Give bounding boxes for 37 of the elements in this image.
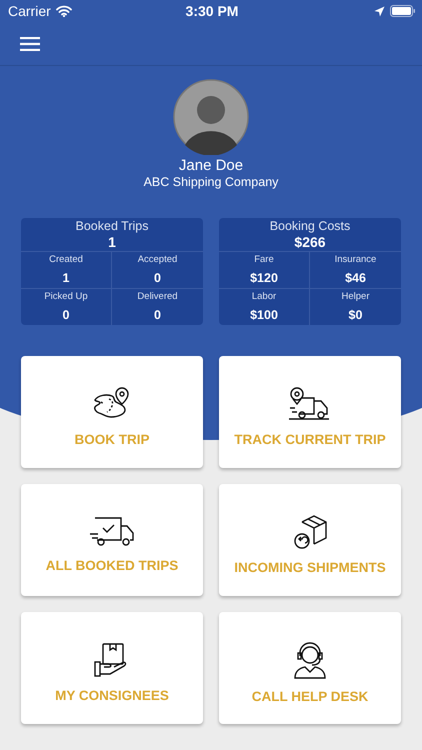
menu-tile[interactable]: INCOMING SHIPMENTS bbox=[219, 484, 401, 596]
stat-value: $100 bbox=[250, 308, 278, 322]
truck-check-icon bbox=[89, 516, 135, 548]
stat-value: 1 bbox=[62, 271, 70, 285]
support-agent-icon bbox=[293, 640, 327, 678]
stat-label: Fare bbox=[254, 254, 274, 265]
stat-label: Delivered bbox=[137, 291, 178, 302]
menu-tile[interactable]: BOOK TRIP bbox=[21, 356, 203, 468]
panel-title: Booked Trips bbox=[76, 219, 148, 234]
stat-value: 0 bbox=[154, 271, 161, 285]
stat-value: 0 bbox=[62, 308, 70, 322]
stat-value: $46 bbox=[345, 271, 366, 285]
company-name: ABC Shipping Company bbox=[144, 175, 278, 189]
wifi-icon bbox=[56, 5, 72, 17]
stat-label: Helper bbox=[342, 291, 370, 302]
menu-button[interactable] bbox=[20, 36, 40, 50]
stat-value: $0 bbox=[348, 308, 362, 322]
location-arrow-icon bbox=[374, 6, 385, 16]
panel-total: 1 bbox=[108, 234, 116, 250]
stat-label: Picked Up bbox=[44, 291, 88, 302]
stat-value: $120 bbox=[250, 271, 278, 285]
stat-label: Accepted bbox=[138, 254, 178, 265]
battery-icon bbox=[390, 5, 416, 17]
user-name: Jane Doe bbox=[178, 157, 244, 174]
stat-label: Created bbox=[49, 254, 83, 265]
stat-label: Labor bbox=[252, 291, 276, 302]
carrier-label: Carrier bbox=[8, 3, 51, 19]
clock: 3:30 PM bbox=[186, 3, 238, 19]
stat-label: Insurance bbox=[334, 254, 376, 265]
menu-tile[interactable]: TRACK CURRENT TRIP bbox=[219, 356, 401, 468]
menu-tile[interactable]: ALL BOOKED TRIPS bbox=[21, 484, 203, 596]
box-return-icon bbox=[292, 514, 328, 550]
menu-tile[interactable]: CALL HELP DESK bbox=[219, 612, 401, 724]
panel-title: Booking Costs bbox=[270, 219, 350, 234]
panel-total: $266 bbox=[294, 234, 326, 250]
menu-tile[interactable]: MY CONSIGNEES bbox=[21, 612, 203, 724]
stat-value: 0 bbox=[154, 308, 161, 322]
